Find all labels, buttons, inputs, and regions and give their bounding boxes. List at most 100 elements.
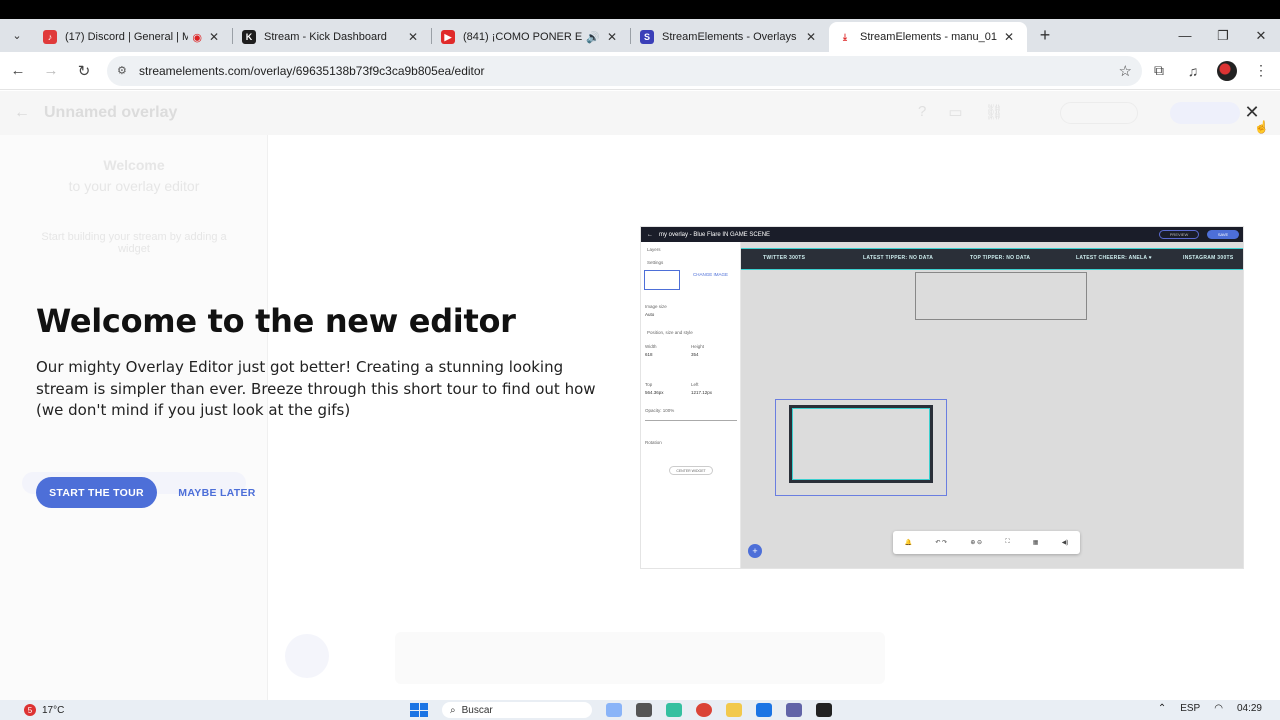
tab-status-icon: 🔊 [586, 31, 600, 44]
preview-change-image: CHANGE IMAGE [693, 272, 729, 277]
preview-camera-frame [789, 405, 933, 483]
modal-description: Our mighty Overlay Editor just got bette… [36, 358, 596, 419]
tab-favicon-icon: ♪ [43, 30, 57, 44]
preview-sidebar: Layers Settings CHANGE IMAGE Image size … [641, 242, 741, 568]
preview-topbar: ← my overlay - Blue Flare IN GAME SCENE … [641, 227, 1243, 242]
tray-chevron-icon[interactable]: ⌃ [1158, 703, 1166, 714]
preview-preview-button: PREVIEW [1159, 230, 1199, 239]
tab-close-icon[interactable]: ✕ [405, 30, 421, 44]
start-tour-button[interactable]: START THE TOUR [36, 477, 157, 508]
editor-back-icon: ← [14, 104, 30, 121]
weather-widget[interactable]: 5 17°C [24, 704, 64, 716]
tab-title: StreamElements - manu_019 [860, 31, 997, 43]
browser-tab[interactable]: K Stream - Kick Dashboard ✕ [233, 22, 431, 52]
avatar [1217, 60, 1237, 81]
browser-tab[interactable]: ⤓ StreamElements - manu_019 ✕ [829, 22, 1027, 52]
modal-title: Welcome to the new editor [36, 302, 516, 340]
profile-avatar[interactable] [1210, 56, 1244, 86]
preview-title: my overlay - Blue Flare IN GAME SCENE [659, 231, 771, 238]
taskbar-apps: ⌕ Buscar [410, 702, 832, 718]
chrome-icon[interactable] [696, 703, 712, 717]
tab-title: StreamElements - Overlays [662, 31, 797, 43]
preview-position-label: Position, size and style [647, 330, 693, 335]
ticker-item: INSTAGRAM 300TS [1183, 255, 1234, 261]
tab-search-icon[interactable]: ⌄ [4, 23, 30, 49]
tab-favicon-icon: K [242, 30, 256, 44]
address-bar[interactable]: ⚙ streamelements.com/overlay/69635138b73… [107, 55, 1142, 86]
browser-tab[interactable]: S StreamElements - Overlays ✕ [631, 22, 829, 52]
browser-toolbar: ← → ↻ ⚙ streamelements.com/overlay/69635… [0, 52, 1280, 90]
preview-widget-outline [915, 272, 1087, 320]
ticker-item: TOP TIPPER: NO DATA [970, 255, 1031, 261]
teams-icon[interactable] [786, 703, 802, 717]
tab-close-icon[interactable]: ✕ [1001, 30, 1017, 44]
link-icon: ⛓ [984, 104, 1004, 121]
site-info-icon[interactable]: ⚙ [117, 64, 133, 77]
new-tab-button[interactable]: + [1031, 22, 1059, 50]
ticker-item: LATEST CHEERER: ANELA ♥ [1076, 255, 1153, 261]
language-indicator[interactable]: ESP [1180, 703, 1200, 714]
menu-icon[interactable]: ⋮ [1244, 56, 1278, 86]
screen-top-bar [0, 0, 1280, 19]
preview-auto-value: Auto [645, 312, 655, 317]
extensions-icon[interactable]: ⧉ [1142, 56, 1176, 86]
taskbar-app-icon[interactable] [636, 703, 652, 717]
media-control-icon[interactable]: ♫ [1176, 56, 1210, 86]
mouse-cursor-icon: ☝ [1254, 120, 1269, 134]
clock[interactable]: 04:29 [1237, 703, 1262, 714]
preview-opacity-label: Opacity: 100% [645, 408, 675, 413]
preview-bell-icon: 🔔 [904, 540, 913, 546]
taskbar-search[interactable]: ⌕ Buscar [442, 702, 592, 718]
preview-thumbnail [644, 270, 680, 290]
tab-list: ♪ (17) Discord | General | Mak◉ ✕ K Stream -… [34, 19, 1027, 52]
browser-tab[interactable]: ▶ (841) ¡COMO PONER EL CH🔊 ✕ [432, 22, 630, 52]
editor-header-icons: ? ▭ ⛓ [918, 103, 1004, 121]
add-widget-fab [285, 634, 329, 678]
preview-width-label: Width [645, 344, 657, 349]
preview-rotation-label: Rotation [645, 440, 662, 445]
window-controls: — ❐ ✕ [1166, 19, 1280, 52]
search-icon: ⌕ [450, 704, 456, 716]
temperature: 17°C [42, 704, 65, 716]
search-placeholder: Buscar [461, 704, 493, 716]
preview-opacity-slider [645, 420, 737, 421]
tab-title: (841) ¡COMO PONER EL CH [463, 31, 583, 43]
wifi-icon[interactable]: ◠ [1214, 703, 1223, 714]
window-close-icon[interactable]: ✕ [1242, 19, 1280, 52]
preview-left-label: Left [691, 382, 699, 387]
folder-icon[interactable] [726, 703, 742, 717]
restore-icon[interactable]: ❐ [1204, 19, 1242, 52]
preview-layers-label: Layers [647, 247, 661, 252]
url-text: streamelements.com/overlay/69635138b73f9… [139, 63, 485, 78]
taskbar-app-icon[interactable] [606, 703, 622, 717]
tab-close-icon[interactable]: ✕ [803, 30, 819, 44]
header-save-button [1170, 102, 1240, 124]
preview-settings-label: Settings [647, 260, 664, 265]
reload-icon[interactable]: ↻ [69, 56, 99, 86]
preview-sound-icon: ◀) [1061, 540, 1069, 546]
ghost-hint: Start building your stream by adding a w… [41, 231, 227, 255]
preview-zoom-icon: ⊕ ⊖ [970, 540, 983, 546]
windows-start-icon[interactable] [410, 703, 428, 717]
tab-title: (17) Discord | General | Mak [65, 31, 189, 43]
bookmark-star-icon[interactable]: ☆ [1119, 62, 1132, 80]
os-taskbar: 5 17°C ⌕ Buscar ⌃ ESP ◠ 04:29 [0, 700, 1280, 720]
tab-favicon-icon: ▶ [441, 30, 455, 44]
preview-center-button: CENTER WIDGET [669, 466, 713, 475]
tab-favicon-icon: S [640, 30, 654, 44]
tab-close-icon[interactable]: ✕ [604, 30, 620, 44]
browser-tab[interactable]: ♪ (17) Discord | General | Mak◉ ✕ [34, 22, 232, 52]
tab-status-icon: ◉ [192, 31, 202, 44]
taskbar-app-icon[interactable] [666, 703, 682, 717]
minimize-icon[interactable]: — [1166, 19, 1204, 52]
preview-undo-icon: ↶ ↷ [935, 540, 948, 546]
preview-image-size-label: Image size [645, 304, 667, 309]
tab-close-icon[interactable]: ✕ [206, 30, 222, 44]
preview-add-icon: + [748, 544, 762, 558]
forward-icon[interactable]: → [36, 56, 66, 86]
taskbar-app-icon[interactable] [816, 703, 832, 717]
maybe-later-button[interactable]: MAYBE LATER [172, 477, 262, 508]
back-icon[interactable]: ← [3, 56, 33, 86]
preview-width-value: 618 [645, 352, 653, 357]
store-icon[interactable] [756, 703, 772, 717]
